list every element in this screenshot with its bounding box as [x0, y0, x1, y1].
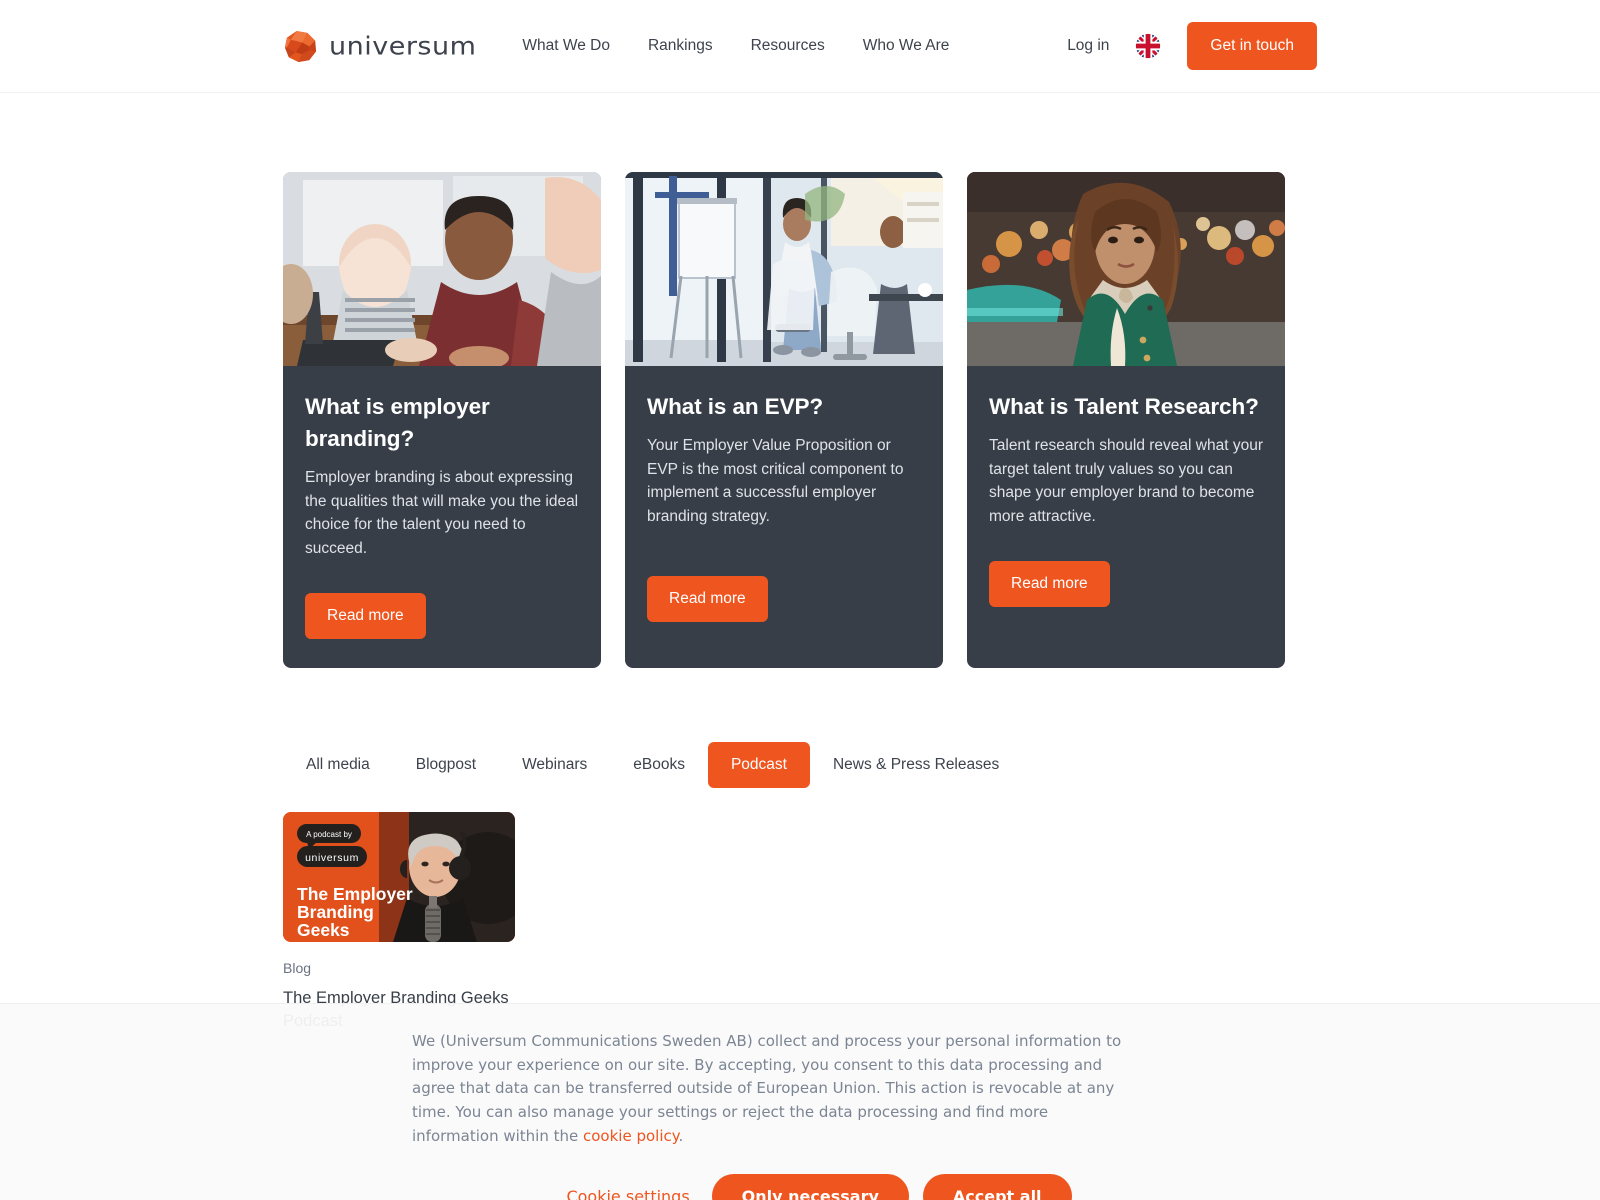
- cookie-policy-link[interactable]: cookie policy: [583, 1127, 678, 1145]
- svg-text:Branding: Branding: [297, 902, 374, 922]
- accept-all-button[interactable]: Accept all: [922, 1174, 1072, 1200]
- card-description: Talent research should reveal what your …: [989, 436, 1263, 526]
- cookie-text-tail: .: [678, 1126, 684, 1145]
- universum-crystal-logo-icon: [283, 29, 318, 64]
- card-title: What is employer branding?: [305, 394, 490, 451]
- cookie-consent-banner: We (Universum Communications Sweden AB) …: [0, 1003, 1600, 1200]
- cookie-settings-button[interactable]: Cookie settings: [558, 1177, 697, 1200]
- nav-item-who-we-are[interactable]: Who We Are: [863, 37, 950, 55]
- filter-tab-podcast[interactable]: Podcast: [707, 741, 810, 788]
- card-description: Employer branding is about expressing th…: [305, 468, 579, 557]
- filter-tab-all-media[interactable]: All media: [283, 742, 393, 788]
- card-description: Your Employer Value Proposition or EVP i…: [647, 436, 904, 526]
- filter-tab-ebooks[interactable]: eBooks: [610, 742, 708, 788]
- nav-item-what-we-do[interactable]: What We Do: [522, 37, 610, 55]
- media-results-grid: A podcast by universum The Employer Bran…: [0, 788, 1600, 1033]
- cookie-actions: Cookie settings Only necessary Accept al…: [0, 1174, 1600, 1200]
- info-cards-section: What is employer branding? Employer bran…: [0, 93, 1600, 668]
- brand-logo[interactable]: universum: [283, 29, 476, 64]
- podcast-cover-image: A podcast by universum The Employer Bran…: [283, 811, 515, 942]
- brand-wordmark: universum: [329, 31, 477, 61]
- nav-item-resources[interactable]: Resources: [751, 37, 825, 55]
- card-title: What is Talent Research?: [989, 394, 1259, 419]
- site-header: universum What We Do Rankings Resources …: [0, 0, 1600, 93]
- media-card-employer-branding-geeks[interactable]: A podcast by universum The Employer Bran…: [283, 811, 515, 1033]
- read-more-button[interactable]: Read more: [305, 592, 426, 639]
- get-in-touch-button[interactable]: Get in touch: [1187, 22, 1317, 70]
- svg-text:universum: universum: [305, 852, 359, 864]
- media-kicker: Blog: [283, 959, 312, 976]
- students-collaborating-at-table-image: [283, 172, 601, 366]
- login-link[interactable]: Log in: [1067, 37, 1109, 55]
- filter-tab-blogpost[interactable]: Blogpost: [393, 742, 499, 788]
- uk-flag-icon[interactable]: [1135, 33, 1162, 59]
- svg-text:The Employer: The Employer: [297, 884, 413, 904]
- info-card-talent-research[interactable]: What is Talent Research? Talent research…: [967, 172, 1285, 668]
- filter-tab-news-press-releases[interactable]: News & Press Releases: [810, 742, 1022, 788]
- woman-portrait-city-lights-image: [967, 172, 1285, 366]
- info-card-evp[interactable]: What is an EVP? Your Employer Value Prop…: [625, 172, 943, 668]
- info-card-employer-branding[interactable]: What is employer branding? Employer bran…: [283, 172, 601, 668]
- main-navigation: What We Do Rankings Resources Who We Are: [522, 37, 949, 55]
- svg-text:A podcast by: A podcast by: [306, 830, 352, 839]
- read-more-button[interactable]: Read more: [647, 575, 768, 622]
- filter-tab-webinars[interactable]: Webinars: [499, 742, 610, 788]
- modern-office-meeting-space-image: [625, 172, 943, 366]
- only-necessary-button[interactable]: Only necessary: [711, 1174, 909, 1200]
- svg-text:Geeks: Geeks: [297, 920, 350, 940]
- read-more-button[interactable]: Read more: [989, 560, 1110, 607]
- cookie-text-body: We (Universum Communications Sweden AB) …: [412, 1032, 1122, 1145]
- media-filter-tabs: All media Blogpost Webinars eBooks Podca…: [0, 668, 1600, 788]
- card-title: What is an EVP?: [647, 394, 824, 419]
- header-actions: Log in Get in touch: [1067, 22, 1317, 70]
- nav-item-rankings[interactable]: Rankings: [648, 37, 713, 55]
- cookie-consent-text: We (Universum Communications Sweden AB) …: [412, 1030, 1138, 1148]
